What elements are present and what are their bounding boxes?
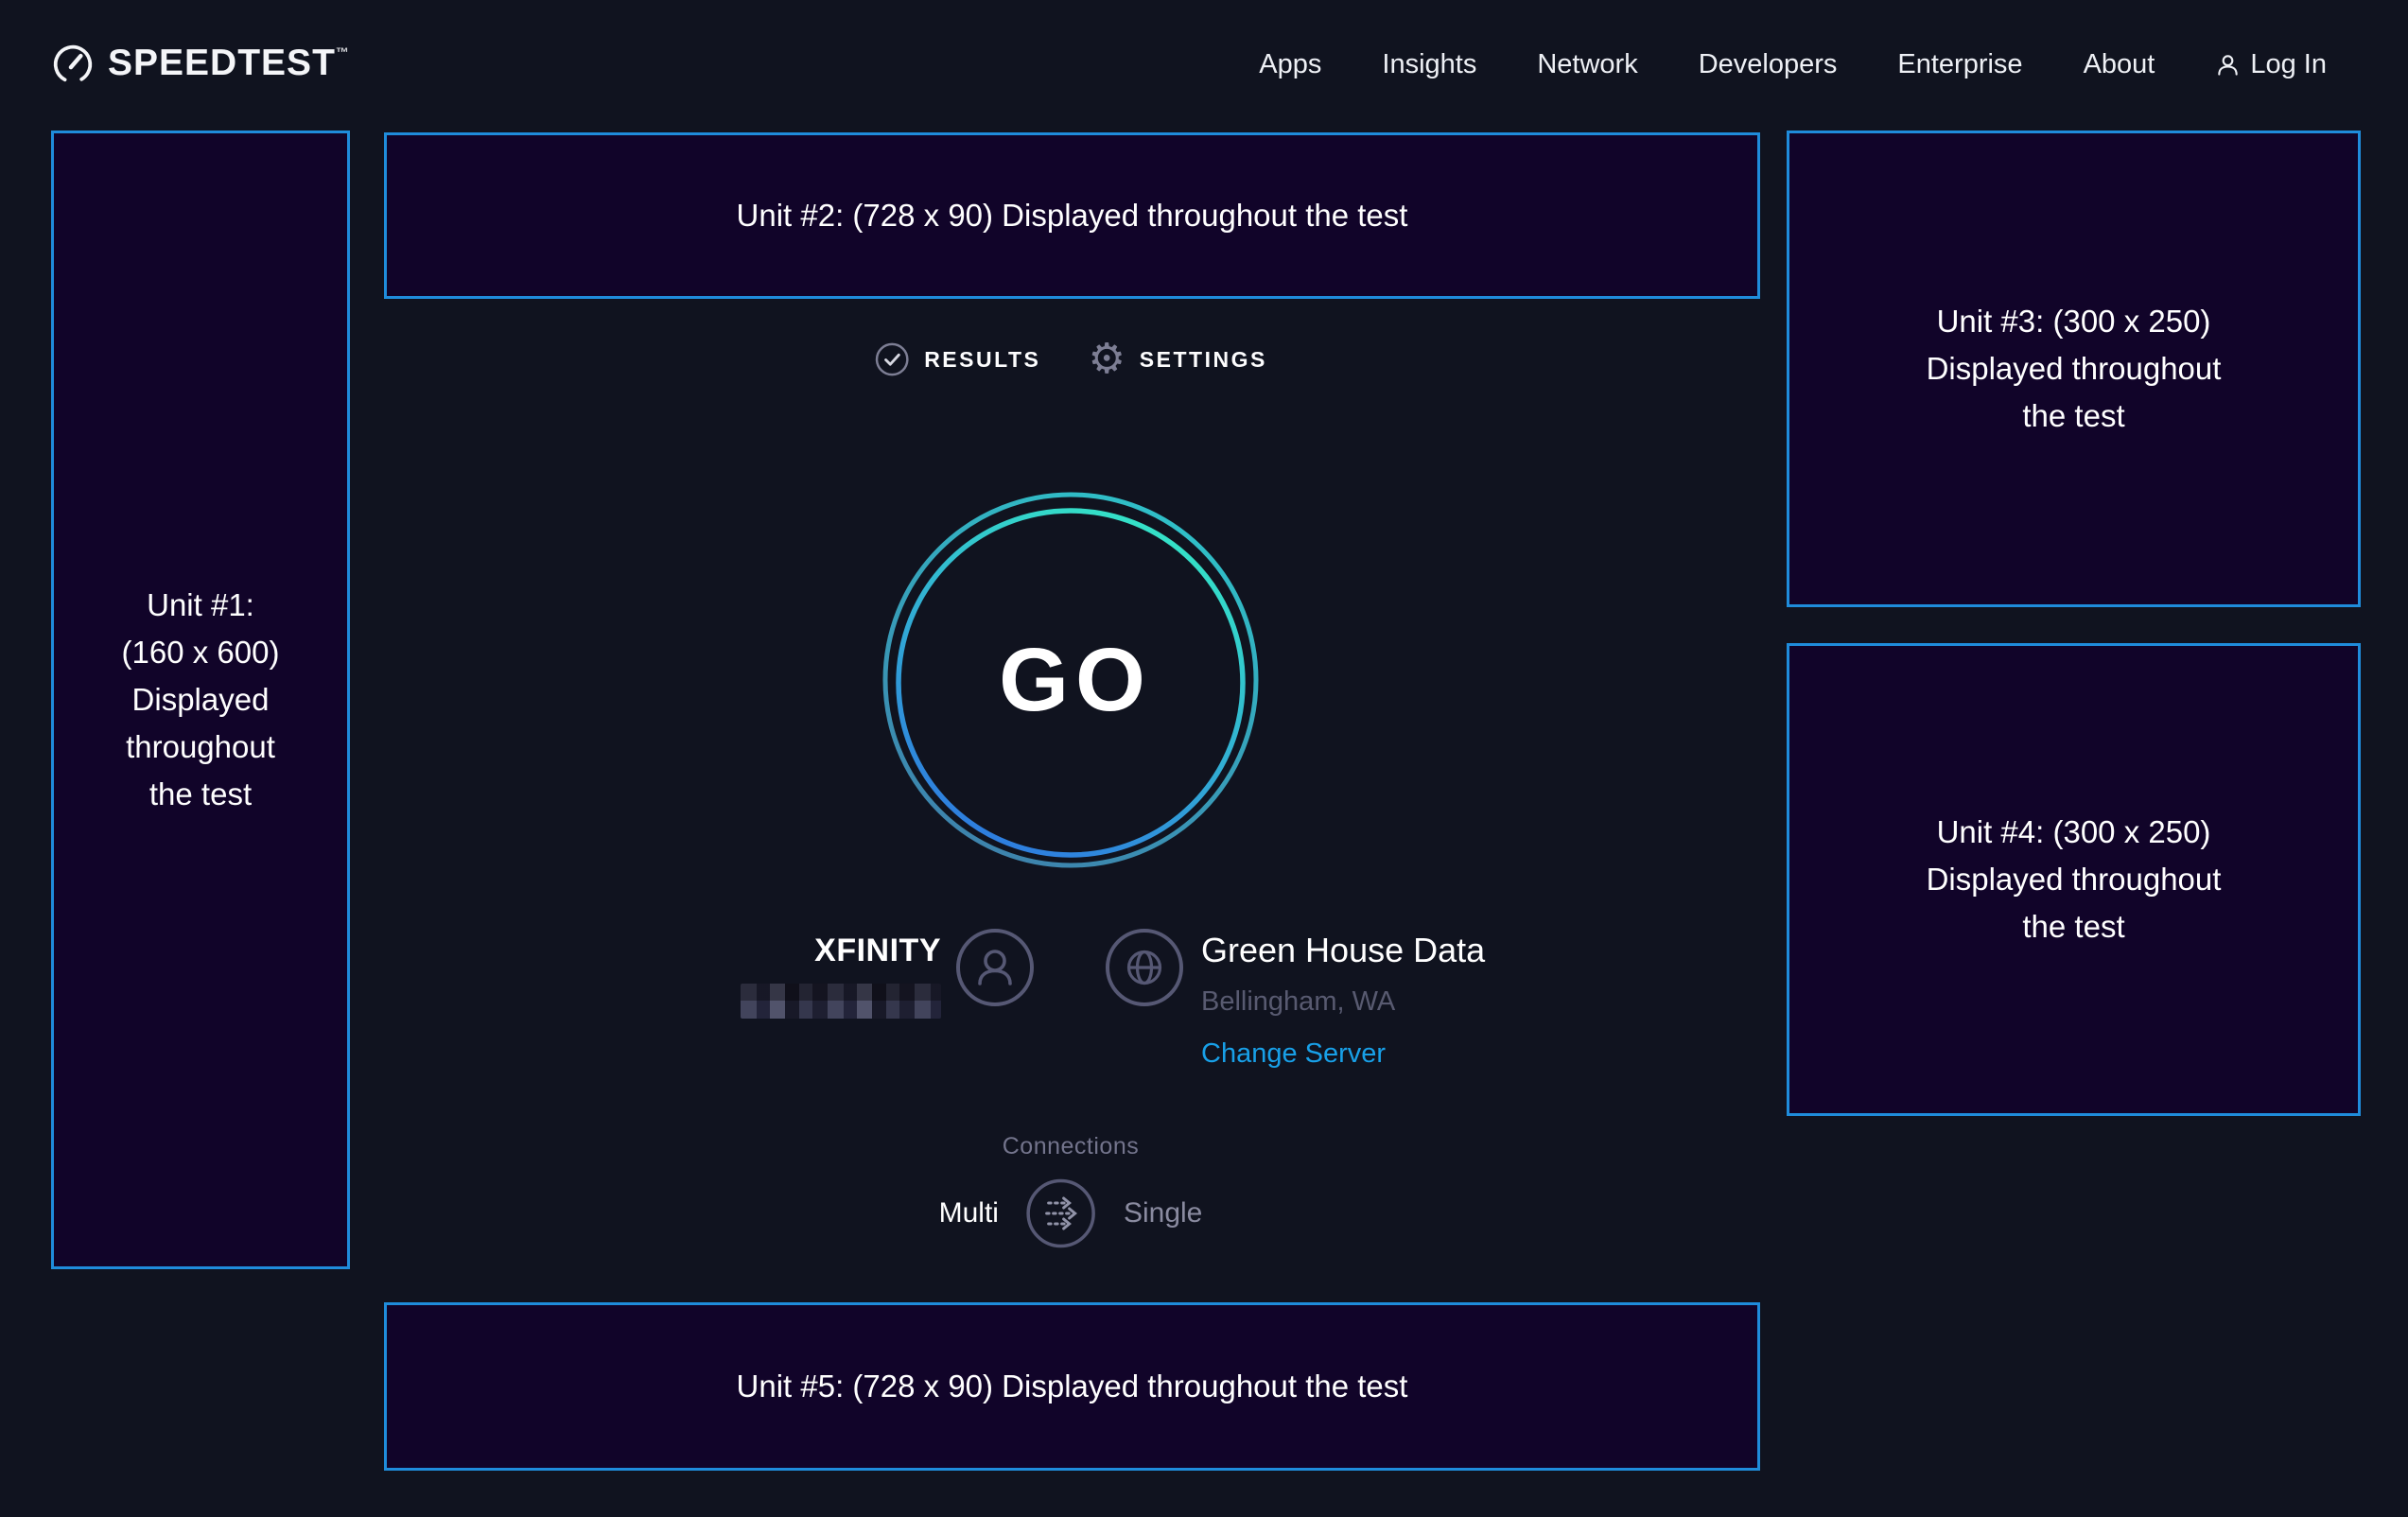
go-label: GO	[872, 481, 1269, 879]
connections-single-option[interactable]: Single	[1124, 1197, 1202, 1229]
tab-results[interactable]: RESULTS	[874, 341, 1040, 377]
tab-bar: RESULTS ⚙ SETTINGS	[874, 340, 1267, 378]
user-small-icon	[2215, 52, 2241, 78]
globe-icon	[1105, 928, 1184, 1007]
ad-unit-5[interactable]: Unit #5: (728 x 90) Displayed throughout…	[384, 1302, 1760, 1471]
check-circle-icon	[874, 341, 910, 377]
nav-item-insights[interactable]: Insights	[1382, 49, 1476, 79]
change-server-link[interactable]: Change Server	[1201, 1038, 1485, 1070]
server-location: Bellingham, WA	[1201, 986, 1485, 1018]
brand-title: SPEEDTEST™	[108, 43, 350, 84]
ad-unit-1[interactable]: Unit #1:(160 x 600)Displayedthroughoutth…	[51, 131, 350, 1269]
server-name: Green House Data	[1201, 931, 1485, 970]
speedtest-page: SPEEDTEST™ Apps Insights Network Develop…	[0, 0, 2408, 1517]
settings-tab-label: SETTINGS	[1140, 347, 1267, 373]
isp-block: XFINITY	[741, 933, 941, 1019]
ad-unit-2-label: Unit #2: (728 x 90) Displayed throughout…	[737, 192, 1408, 239]
gauge-icon	[51, 43, 95, 86]
isp-name: XFINITY	[741, 933, 941, 969]
connections-toggle-row: Multi Single	[939, 1177, 1203, 1249]
server-block: Green House Data Bellingham, WA Change S…	[1201, 931, 1485, 1070]
nav-item-about[interactable]: About	[2084, 49, 2155, 79]
connections-multi-option[interactable]: Multi	[939, 1197, 999, 1229]
redacted-ip	[741, 984, 941, 1019]
nav-item-apps[interactable]: Apps	[1259, 49, 1321, 79]
trademark: ™	[336, 44, 350, 60]
gear-icon: ⚙	[1088, 340, 1125, 378]
nav-item-developers[interactable]: Developers	[1699, 49, 1838, 79]
tab-settings[interactable]: ⚙ SETTINGS	[1088, 340, 1266, 378]
ad-unit-1-label: Unit #1:(160 x 600)Displayedthroughoutth…	[122, 582, 280, 819]
ad-unit-2[interactable]: Unit #2: (728 x 90) Displayed throughout…	[384, 132, 1760, 299]
login-label: Log In	[2250, 49, 2327, 80]
ad-unit-3[interactable]: Unit #3: (300 x 250)Displayed throughout…	[1787, 131, 2361, 607]
speedtest-logo[interactable]: SPEEDTEST™	[51, 43, 350, 86]
ad-unit-4-label: Unit #4: (300 x 250)Displayed throughout…	[1927, 809, 2222, 950]
results-tab-label: RESULTS	[924, 347, 1040, 373]
go-button[interactable]: GO	[872, 481, 1269, 879]
nav-item-enterprise[interactable]: Enterprise	[1897, 49, 2022, 79]
ad-unit-5-label: Unit #5: (728 x 90) Displayed throughout…	[737, 1363, 1408, 1410]
user-circle-icon	[955, 928, 1035, 1007]
connections-label: Connections	[1003, 1133, 1139, 1160]
nav-menu: Apps Insights Network Developers Enterpr…	[1259, 49, 2327, 80]
top-nav: SPEEDTEST™ Apps Insights Network Develop…	[0, 0, 2408, 129]
nav-item-network[interactable]: Network	[1537, 49, 1637, 79]
ad-unit-4[interactable]: Unit #4: (300 x 250)Displayed throughout…	[1787, 643, 2361, 1116]
connections-toggle-button[interactable]	[1025, 1177, 1097, 1249]
ad-unit-3-label: Unit #3: (300 x 250)Displayed throughout…	[1927, 298, 2222, 440]
login-button[interactable]: Log In	[2215, 49, 2327, 80]
